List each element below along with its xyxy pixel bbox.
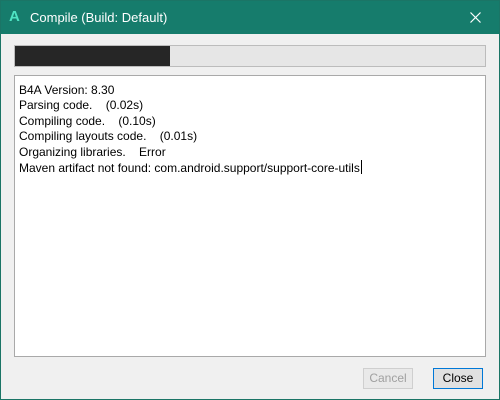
compile-log-textarea[interactable]: B4A Version: 8.30 Parsing code. (0.02s) … bbox=[14, 75, 486, 357]
log-line-parsing: Parsing code. (0.02s) bbox=[19, 98, 144, 113]
log-line-layouts: Compiling layouts code. (0.01s) bbox=[19, 129, 198, 144]
close-button[interactable]: Close bbox=[433, 368, 483, 389]
b4a-app-icon: A bbox=[9, 8, 20, 25]
close-window-button[interactable] bbox=[453, 1, 499, 34]
log-line-maven-error-text: Maven artifact not found: com.android.su… bbox=[19, 161, 360, 176]
compile-dialog: A Compile (Build: Default) B4A Version: … bbox=[0, 0, 500, 400]
log-line-maven-error: Maven artifact not found: com.android.su… bbox=[19, 160, 481, 176]
window-title: Compile (Build: Default) bbox=[30, 10, 168, 25]
log-line-libraries: Organizing libraries. Error bbox=[19, 144, 166, 159]
compile-progress-bar bbox=[14, 45, 486, 67]
log-line-version: B4A Version: 8.30 bbox=[19, 83, 115, 97]
text-caret bbox=[360, 160, 362, 175]
close-icon bbox=[470, 12, 481, 23]
progress-fill bbox=[15, 46, 171, 66]
log-line-compiling: Compiling code. (0.10s) bbox=[19, 113, 156, 128]
cancel-button[interactable]: Cancel bbox=[363, 368, 413, 389]
title-bar[interactable]: A Compile (Build: Default) bbox=[1, 1, 499, 34]
